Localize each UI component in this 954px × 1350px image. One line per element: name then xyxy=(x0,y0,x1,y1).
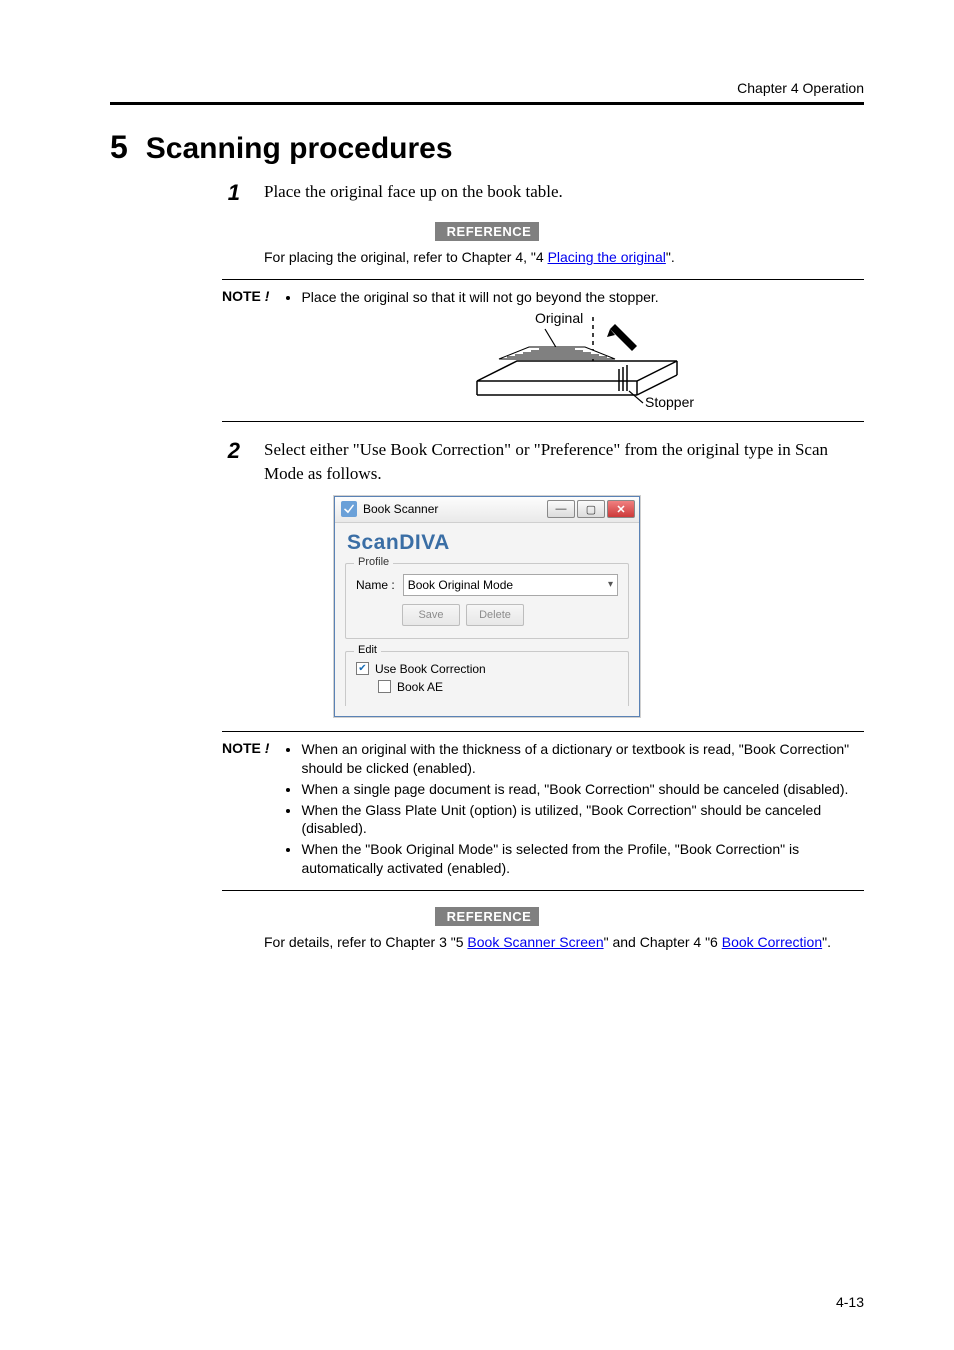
section-number: 5 xyxy=(110,129,128,166)
note-1: NOTE ! Place the original so that it wil… xyxy=(222,279,864,422)
reference-1-text: For placing the original, refer to Chapt… xyxy=(264,249,864,265)
note-1-item-1: Place the original so that it will not g… xyxy=(301,288,697,307)
step-2-number: 2 xyxy=(218,438,240,486)
note-2-item-3: When the Glass Plate Unit (option) is ut… xyxy=(301,801,864,839)
use-book-correction-label: Use Book Correction xyxy=(375,662,486,676)
ref2-link1[interactable]: Book Scanner Screen xyxy=(467,934,603,950)
profile-combo-value: Book Original Mode xyxy=(408,578,513,592)
section-text: Scanning procedures xyxy=(146,132,453,166)
note2-exclaim: ! xyxy=(265,740,270,756)
note-2-label: NOTE ! xyxy=(222,740,269,880)
pencil-icon xyxy=(607,324,637,351)
delete-button[interactable]: Delete xyxy=(466,604,524,626)
close-button[interactable]: ✕ xyxy=(607,500,635,518)
note-exclaim: ! xyxy=(265,288,270,304)
ref2-mid: " and Chapter 4 "6 xyxy=(604,934,722,950)
page-number: 4-13 xyxy=(836,1294,864,1310)
note2-word: NOTE xyxy=(222,740,261,756)
profile-name-combo[interactable]: Book Original Mode ▾ xyxy=(403,574,618,596)
ref2-post: ". xyxy=(822,934,831,950)
bs-app-icon xyxy=(341,501,357,517)
stopper-diagram: Original xyxy=(437,311,697,411)
note-2-item-1: When an original with the thickness of a… xyxy=(301,740,864,778)
reference-badge-2: REFERENCE xyxy=(435,907,540,926)
ref1-link[interactable]: Placing the original xyxy=(548,249,666,265)
reference-badge: REFERENCE xyxy=(435,222,540,241)
edit-legend: Edit xyxy=(354,644,381,656)
ref2-pre: For details, refer to Chapter 3 "5 xyxy=(264,934,467,950)
ref1-post: ". xyxy=(666,249,675,265)
book-scanner-window: Book Scanner — ▢ ✕ ScanDIVA Profile Name… xyxy=(334,496,640,717)
bs-titlebar: Book Scanner — ▢ ✕ xyxy=(335,497,639,523)
section-title: 5 Scanning procedures xyxy=(110,129,864,166)
note-2-item-2: When a single page document is read, "Bo… xyxy=(301,780,864,799)
ref1-pre: For placing the original, refer to Chapt… xyxy=(264,249,548,265)
book-ae-label: Book AE xyxy=(397,680,443,694)
note-2: NOTE ! When an original with the thickne… xyxy=(222,731,864,891)
use-book-correction-checkbox[interactable]: ✔ xyxy=(356,662,369,675)
edit-group: Edit ✔ Use Book Correction Book AE xyxy=(345,651,629,706)
name-label: Name : xyxy=(356,578,395,592)
save-button[interactable]: Save xyxy=(402,604,460,626)
note-word: NOTE xyxy=(222,288,261,304)
step-1-text: Place the original face up on the book t… xyxy=(264,180,864,206)
maximize-button[interactable]: ▢ xyxy=(577,500,605,518)
bs-brand: ScanDIVA xyxy=(345,529,629,559)
minimize-button[interactable]: — xyxy=(547,500,575,518)
diagram-original-label: Original xyxy=(535,311,583,326)
step-1-number: 1 xyxy=(218,180,240,206)
chevron-down-icon: ▾ xyxy=(608,579,613,590)
note-2-content: When an original with the thickness of a… xyxy=(283,740,864,880)
note-1-content: Place the original so that it will not g… xyxy=(283,288,697,411)
step-2-text: Select either "Use Book Correction" or "… xyxy=(264,438,864,486)
profile-legend: Profile xyxy=(354,556,393,568)
diagram-stopper-label: Stopper xyxy=(645,394,694,410)
chapter-header: Chapter 4 Operation xyxy=(110,80,864,105)
book-ae-checkbox[interactable] xyxy=(378,680,391,693)
step-1: 1 Place the original face up on the book… xyxy=(218,180,864,206)
profile-group: Profile Name : Book Original Mode ▾ Save… xyxy=(345,563,629,639)
reference-2-text: For details, refer to Chapter 3 "5 Book … xyxy=(264,934,864,950)
bs-title-text: Book Scanner xyxy=(363,502,541,516)
ref2-link2[interactable]: Book Correction xyxy=(722,934,822,950)
note-1-label: NOTE ! xyxy=(222,288,269,411)
step-2: 2 Select either "Use Book Correction" or… xyxy=(218,438,864,486)
note-2-item-4: When the "Book Original Mode" is selecte… xyxy=(301,840,864,878)
